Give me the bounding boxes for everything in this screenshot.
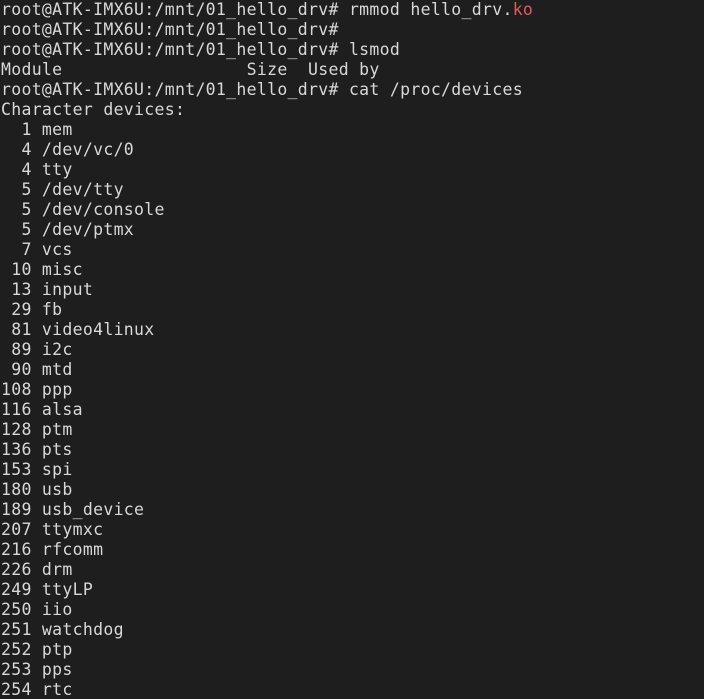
- terminal-text-segment: 153 spi: [1, 460, 73, 479]
- terminal-text-segment: 7 vcs: [1, 240, 73, 259]
- terminal-text-segment: 5 /dev/console: [1, 200, 165, 219]
- terminal-text-segment: 254 rtc: [1, 680, 73, 699]
- terminal-text-segment: 216 rfcomm: [1, 540, 104, 559]
- terminal-text-segment: 13 input: [1, 280, 94, 299]
- terminal-text-segment: 189 usb_device: [1, 500, 145, 519]
- terminal-text-segment: 250 iio: [1, 600, 73, 619]
- terminal-line: Module Size Used by: [1, 60, 533, 80]
- terminal-text-segment: ko: [512, 0, 534, 19]
- terminal-line: 216 rfcomm: [1, 540, 533, 560]
- terminal-text-segment: 5 /dev/tty: [1, 180, 124, 199]
- terminal-text-segment: 4 tty: [1, 160, 73, 179]
- terminal-text-segment: Character devices:: [1, 100, 186, 119]
- terminal-text-segment: 4 /dev/vc/0: [1, 140, 135, 159]
- terminal-line: 252 ptp: [1, 640, 533, 660]
- terminal-line: 254 rtc: [1, 680, 533, 699]
- terminal-text-segment: 253 pps: [1, 660, 73, 679]
- terminal-line: 180 usb: [1, 480, 533, 500]
- terminal-line: root@ATK-IMX6U:/mnt/01_hello_drv# lsmod: [1, 40, 533, 60]
- terminal-line: 226 drm: [1, 560, 533, 580]
- terminal-text-segment: root@ATK-IMX6U:/mnt/01_hello_drv# cat /p…: [1, 80, 523, 99]
- terminal-line: 128 ptm: [1, 420, 533, 440]
- terminal-text-segment: 1 mem: [1, 120, 73, 139]
- terminal-line: 10 misc: [1, 260, 533, 280]
- terminal-text-segment: 89 i2c: [1, 340, 73, 359]
- terminal-line: root@ATK-IMX6U:/mnt/01_hello_drv#: [1, 20, 533, 40]
- terminal-line: 251 watchdog: [1, 620, 533, 640]
- terminal-line: Character devices:: [1, 100, 533, 120]
- terminal-line: root@ATK-IMX6U:/mnt/01_hello_drv# cat /p…: [1, 80, 533, 100]
- terminal-text-segment: 207 ttymxc: [1, 520, 104, 539]
- terminal-text-segment: 116 alsa: [1, 400, 83, 419]
- terminal-text-segment: 251 watchdog: [1, 620, 124, 639]
- terminal-text-segment: 252 ptp: [1, 640, 73, 659]
- terminal-text-segment: 10 misc: [1, 260, 83, 279]
- terminal-screen[interactable]: root@ATK-IMX6U:/mnt/01_hello_drv# rmmod …: [1, 0, 533, 699]
- terminal-line: 89 i2c: [1, 340, 533, 360]
- terminal-line: 108 ppp: [1, 380, 533, 400]
- terminal-line: 249 ttyLP: [1, 580, 533, 600]
- terminal-text-segment: Module Size Used by: [1, 60, 380, 79]
- terminal-line: 207 ttymxc: [1, 520, 533, 540]
- terminal-line: 136 pts: [1, 440, 533, 460]
- terminal-text-segment: 90 mtd: [1, 360, 73, 379]
- terminal-line: 250 iio: [1, 600, 533, 620]
- terminal-line: 7 vcs: [1, 240, 533, 260]
- terminal-line: 1 mem: [1, 120, 533, 140]
- terminal-line: 116 alsa: [1, 400, 533, 420]
- terminal-line: 29 fb: [1, 300, 533, 320]
- terminal-text-segment: 29 fb: [1, 300, 63, 319]
- terminal-line: 81 video4linux: [1, 320, 533, 340]
- terminal-line: 153 spi: [1, 460, 533, 480]
- terminal-text-segment: root@ATK-IMX6U:/mnt/01_hello_drv# rmmod …: [1, 0, 513, 19]
- terminal-text-segment: root@ATK-IMX6U:/mnt/01_hello_drv# lsmod: [1, 40, 401, 59]
- terminal-text-segment: 226 drm: [1, 560, 73, 579]
- terminal-line: 5 /dev/tty: [1, 180, 533, 200]
- terminal-line: 4 tty: [1, 160, 533, 180]
- terminal-line: 253 pps: [1, 660, 533, 680]
- terminal-line: 5 /dev/console: [1, 200, 533, 220]
- terminal-text-segment: 136 pts: [1, 440, 73, 459]
- terminal-line: 5 /dev/ptmx: [1, 220, 533, 240]
- terminal-text-segment: 180 usb: [1, 480, 73, 499]
- terminal-text-segment: root@ATK-IMX6U:/mnt/01_hello_drv#: [1, 20, 349, 39]
- terminal-text-segment: 108 ppp: [1, 380, 73, 399]
- terminal-line: 13 input: [1, 280, 533, 300]
- terminal-text-segment: 249 ttyLP: [1, 580, 94, 599]
- terminal-line: 189 usb_device: [1, 500, 533, 520]
- terminal-line: root@ATK-IMX6U:/mnt/01_hello_drv# rmmod …: [1, 0, 533, 20]
- terminal-text-segment: 5 /dev/ptmx: [1, 220, 135, 239]
- terminal-text-segment: 128 ptm: [1, 420, 73, 439]
- terminal-text-segment: 81 video4linux: [1, 320, 155, 339]
- terminal-line: 90 mtd: [1, 360, 533, 380]
- terminal-window[interactable]: root@ATK-IMX6U:/mnt/01_hello_drv# rmmod …: [0, 0, 704, 699]
- terminal-line: 4 /dev/vc/0: [1, 140, 533, 160]
